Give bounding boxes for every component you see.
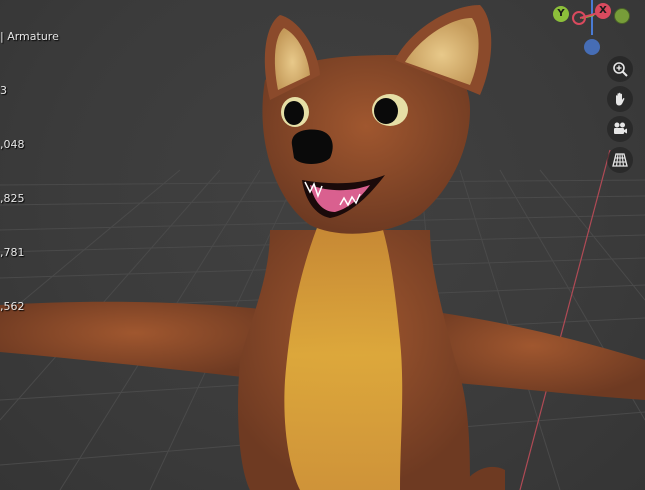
camera-button[interactable] <box>607 116 633 142</box>
zoom-button[interactable] <box>607 56 633 82</box>
viewport-stats: | Armature 3 ,048 ,825 ,781 ,562 <box>0 0 59 352</box>
pan-button[interactable] <box>607 86 633 112</box>
gizmo-y-axis[interactable]: Y <box>553 6 569 22</box>
object-info: | Armature <box>0 30 59 43</box>
gizmo-neg-z-axis[interactable] <box>584 39 600 55</box>
stat-line: ,562 <box>0 300 25 313</box>
stat-line: ,781 <box>0 246 25 259</box>
left-pupil <box>284 101 304 125</box>
hand-icon <box>616 92 625 106</box>
perspective-toggle-button[interactable] <box>607 147 633 173</box>
stat-line: ,825 <box>0 192 25 205</box>
right-pupil <box>374 98 398 124</box>
stat-line: 3 <box>0 84 7 97</box>
stat-line: ,048 <box>0 138 25 151</box>
character-model[interactable] <box>0 0 645 490</box>
navigation-gizmo[interactable]: Y X <box>550 0 645 60</box>
nose <box>291 129 333 164</box>
camera-icon <box>614 122 627 134</box>
gizmo-neg-x-axis[interactable] <box>572 11 586 25</box>
gizmo-x-axis[interactable]: X <box>595 3 611 19</box>
3d-viewport[interactable]: | Armature 3 ,048 ,825 ,781 ,562 Y X <box>0 0 645 490</box>
zoom-icon <box>613 62 628 77</box>
gizmo-neg-y-axis[interactable] <box>614 8 630 24</box>
grid-icon <box>612 153 628 167</box>
